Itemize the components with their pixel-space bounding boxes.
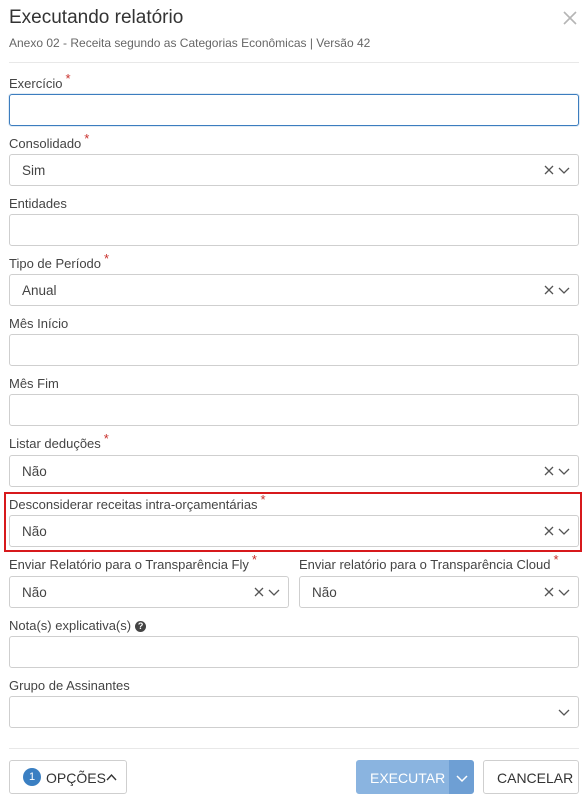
dialog-title: Executando relatório xyxy=(9,7,184,28)
chevron-down-icon[interactable] xyxy=(558,165,570,175)
entidades-input[interactable] xyxy=(9,214,579,246)
mes-inicio-input[interactable] xyxy=(9,334,579,366)
desconsiderar-value: Não xyxy=(22,524,47,539)
clear-x-icon[interactable] xyxy=(543,525,555,537)
dialog-subtitle: Anexo 02 - Receita segundo as Categorias… xyxy=(9,36,371,50)
listar-deducoes-value: Não xyxy=(22,464,47,479)
header-divider xyxy=(9,62,579,63)
consolidado-select[interactable]: Sim xyxy=(9,154,579,186)
listar-deducoes-select[interactable]: Não xyxy=(9,455,579,487)
chevron-down-icon[interactable] xyxy=(558,466,570,476)
clear-x-icon[interactable] xyxy=(543,164,555,176)
chevron-down-icon[interactable] xyxy=(558,526,570,536)
chevron-down-icon[interactable] xyxy=(268,587,280,597)
options-label: OPÇÕES xyxy=(46,770,106,786)
options-button[interactable]: 1 OPÇÕES xyxy=(9,760,127,794)
transparencia-cloud-label: Enviar relatório para o Transparência Cl… xyxy=(299,552,559,572)
question-circle-icon[interactable]: ? xyxy=(135,621,147,632)
chevron-up-icon xyxy=(106,773,117,781)
cancel-button[interactable]: CANCELAR xyxy=(483,760,579,794)
chevron-down-icon[interactable] xyxy=(558,587,570,597)
notas-input[interactable] xyxy=(9,636,579,668)
entidades-label: Entidades xyxy=(9,196,67,211)
required-marker: * xyxy=(251,552,257,567)
clear-x-icon[interactable] xyxy=(543,465,555,477)
transparencia-cloud-select[interactable]: Não xyxy=(299,576,579,608)
required-marker: * xyxy=(104,251,110,266)
chevron-down-icon[interactable] xyxy=(558,707,570,717)
consolidado-label: Consolidado * xyxy=(9,131,90,151)
mes-fim-input[interactable] xyxy=(9,394,579,426)
chevron-down-icon[interactable] xyxy=(558,285,570,295)
required-marker: * xyxy=(553,552,559,567)
tipo-periodo-select[interactable]: Anual xyxy=(9,274,579,306)
transparencia-cloud-value: Não xyxy=(312,585,337,600)
desconsiderar-label: Desconsiderar receitas intra-orçamentári… xyxy=(9,492,266,512)
transparencia-fly-label: Enviar Relatório para o Transparência Fl… xyxy=(9,552,257,572)
desconsiderar-select[interactable]: Não xyxy=(9,515,579,547)
clear-x-icon[interactable] xyxy=(253,586,265,598)
exercicio-label: Exercício * xyxy=(9,71,71,91)
execute-button[interactable]: EXECUTAR xyxy=(356,760,449,794)
mes-inicio-label: Mês Início xyxy=(9,316,69,331)
required-marker: * xyxy=(65,71,71,86)
consolidado-value: Sim xyxy=(22,163,46,178)
required-marker: * xyxy=(84,131,90,146)
footer-divider xyxy=(9,748,579,749)
mes-fim-label: Mês Fim xyxy=(9,376,59,391)
chevron-down-icon xyxy=(456,775,468,783)
listar-deducoes-label: Listar deduções * xyxy=(9,431,109,451)
clear-x-icon[interactable] xyxy=(543,586,555,598)
transparencia-fly-select[interactable]: Não xyxy=(9,576,289,608)
cancel-label: CANCELAR xyxy=(497,770,574,786)
execute-label: EXECUTAR xyxy=(370,770,446,786)
options-count-badge: 1 xyxy=(23,768,41,786)
notas-label: Nota(s) explicativa(s)? xyxy=(9,618,147,633)
clear-x-icon[interactable] xyxy=(543,284,555,296)
required-marker: * xyxy=(103,431,109,446)
transparencia-fly-value: Não xyxy=(22,585,47,600)
grupo-assinantes-label: Grupo de Assinantes xyxy=(9,678,130,693)
tipo-periodo-value: Anual xyxy=(22,283,57,298)
required-marker: * xyxy=(260,492,266,507)
execute-dropdown-button[interactable] xyxy=(449,760,474,794)
exercicio-input[interactable] xyxy=(9,94,579,126)
tipo-periodo-label: Tipo de Período * xyxy=(9,251,110,271)
close-icon[interactable] xyxy=(561,9,579,27)
grupo-assinantes-select[interactable] xyxy=(9,696,579,728)
